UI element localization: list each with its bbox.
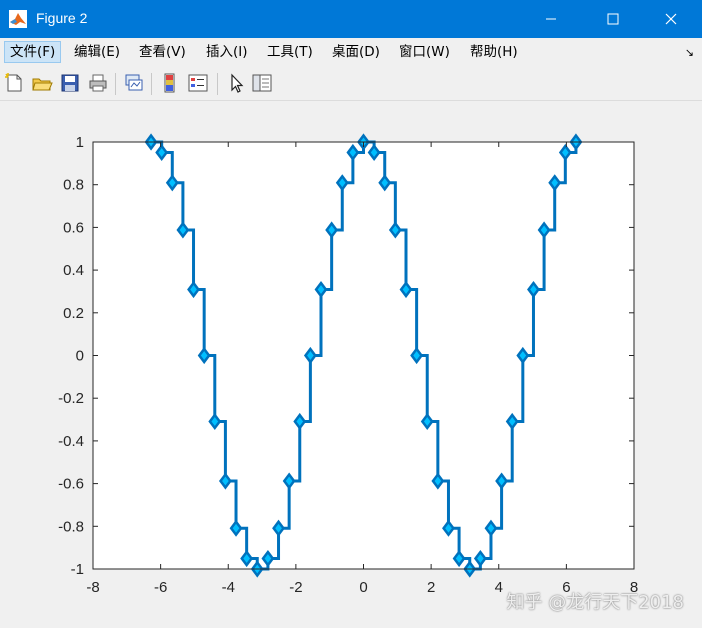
menu-window[interactable]: 窗口(W) <box>394 42 455 62</box>
insert-colorbar-icon[interactable] <box>159 72 181 94</box>
maximize-button[interactable] <box>590 0 636 38</box>
y-tick-label: 1 <box>76 134 84 151</box>
matlab-logo-icon <box>9 10 27 28</box>
close-icon <box>665 13 677 25</box>
menu-desktop[interactable]: 桌面(D) <box>327 42 385 62</box>
y-tick-label: 0.4 <box>63 262 84 279</box>
save-icon[interactable] <box>59 72 81 94</box>
x-tick-label: 2 <box>427 579 435 596</box>
y-tick-label: 0.2 <box>63 305 84 322</box>
y-tick-label: 0.8 <box>63 177 84 194</box>
minimize-button[interactable] <box>528 0 574 38</box>
menu-file[interactable]: 文件(F) <box>4 41 62 63</box>
maximize-icon <box>607 13 619 25</box>
menu-help[interactable]: 帮助(H) <box>465 42 523 62</box>
y-tick-label: 0.6 <box>63 219 84 236</box>
menu-edit[interactable]: 编辑(E) <box>69 42 125 62</box>
close-button[interactable] <box>648 0 694 38</box>
figure-canvas: -8 -6 -4 -2 0 2 4 6 8-1-0.8-0.6-0.4-0.200.20.40.… <box>0 101 702 628</box>
property-inspector-icon[interactable] <box>251 72 273 94</box>
toolbar-separator <box>151 73 152 95</box>
dock-arrow-icon[interactable]: ↘ <box>685 46 694 59</box>
toolbar <box>0 66 702 101</box>
open-file-icon[interactable] <box>31 72 53 94</box>
title-bar: Figure 2 <box>0 0 702 38</box>
print-icon[interactable] <box>87 72 109 94</box>
menu-bar: 文件(F) 编辑(E) 查看(V) 插入(I) 工具(T) 桌面(D) 窗口(W… <box>0 38 702 66</box>
menu-insert[interactable]: 插入(I) <box>201 42 253 62</box>
x-tick-label: -8 <box>86 579 99 596</box>
y-tick-label: 0 <box>76 348 84 365</box>
x-tick-label: 4 <box>495 579 503 596</box>
axes-area[interactable] <box>93 142 634 569</box>
y-tick-label: -0.6 <box>58 476 84 493</box>
link-plot-icon[interactable] <box>123 72 145 94</box>
toolbar-separator <box>217 73 218 95</box>
x-tick-label: -2 <box>289 579 302 596</box>
y-tick-label: -0.2 <box>58 390 84 407</box>
new-figure-icon[interactable] <box>3 72 25 94</box>
menu-view[interactable]: 查看(V) <box>134 42 191 62</box>
window-title: Figure 2 <box>36 10 88 26</box>
x-tick-label: -6 <box>154 579 167 596</box>
y-tick-label: -0.4 <box>58 433 84 450</box>
y-tick-label: -0.8 <box>58 518 84 535</box>
x-tick-label: -4 <box>222 579 235 596</box>
watermark-text: 知乎 @龙行天下2018 <box>506 592 684 613</box>
menu-tools[interactable]: 工具(T) <box>262 42 318 62</box>
toolbar-separator <box>115 73 116 95</box>
minimize-icon <box>546 18 556 20</box>
y-tick-label: -1 <box>71 561 84 578</box>
insert-legend-icon[interactable] <box>187 72 209 94</box>
edit-plot-icon[interactable] <box>225 72 247 94</box>
x-tick-label: 0 <box>359 579 367 596</box>
